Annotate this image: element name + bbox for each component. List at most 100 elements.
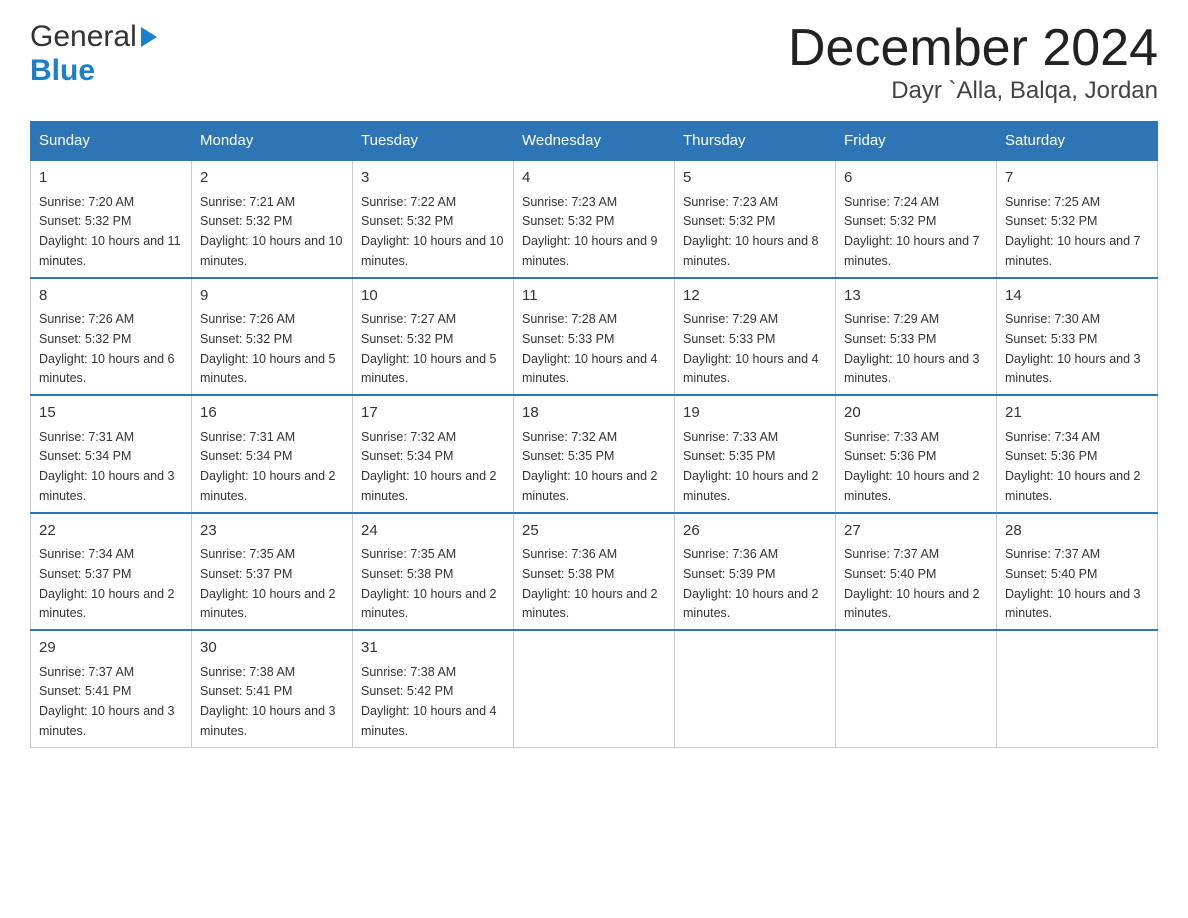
day-number: 8 bbox=[39, 285, 183, 308]
day-number: 2 bbox=[200, 167, 344, 190]
calendar-cell: 9 Sunrise: 7:26 AMSunset: 5:32 PMDaylight… bbox=[192, 278, 353, 396]
day-info: Sunrise: 7:30 AMSunset: 5:33 PMDaylight:… bbox=[1005, 312, 1141, 385]
day-number: 27 bbox=[844, 520, 988, 543]
day-info: Sunrise: 7:35 AMSunset: 5:37 PMDaylight:… bbox=[200, 547, 336, 620]
calendar-cell: 8 Sunrise: 7:26 AMSunset: 5:32 PMDaylight… bbox=[31, 278, 192, 396]
month-title: December 2024 bbox=[788, 20, 1158, 77]
day-info: Sunrise: 7:27 AMSunset: 5:32 PMDaylight:… bbox=[361, 312, 497, 385]
day-number: 12 bbox=[683, 285, 827, 308]
day-number: 25 bbox=[522, 520, 666, 543]
calendar-cell: 7 Sunrise: 7:25 AMSunset: 5:32 PMDaylight… bbox=[997, 160, 1158, 278]
day-number: 18 bbox=[522, 402, 666, 425]
calendar-cell: 16 Sunrise: 7:31 AMSunset: 5:34 PMDayligh… bbox=[192, 395, 353, 513]
calendar-cell: 30Sunrise: 7:38 AMSunset: 5:41 PMDayligh… bbox=[192, 630, 353, 747]
calendar-week-5: 29 Sunrise: 7:37 AMSunset: 5:41 PMDayligh… bbox=[31, 630, 1158, 747]
calendar-week-4: 22 Sunrise: 7:34 AMSunset: 5:37 PMDayligh… bbox=[31, 513, 1158, 631]
col-sunday: Sunday bbox=[31, 122, 192, 161]
calendar-cell: 21 Sunrise: 7:34 AMSunset: 5:36 PMDayligh… bbox=[997, 395, 1158, 513]
logo-blue-text: Blue bbox=[30, 54, 95, 87]
day-number: 28 bbox=[1005, 520, 1149, 543]
calendar-cell: 1 Sunrise: 7:20 AMSunset: 5:32 PMDaylight… bbox=[31, 160, 192, 278]
day-info: Sunrise: 7:28 AMSunset: 5:33 PMDaylight:… bbox=[522, 312, 658, 385]
day-info: Sunrise: 7:33 AMSunset: 5:36 PMDaylight:… bbox=[844, 430, 980, 503]
calendar-cell: 13 Sunrise: 7:29 AMSunset: 5:33 PMDayligh… bbox=[836, 278, 997, 396]
calendar-cell bbox=[997, 630, 1158, 747]
day-number: 16 bbox=[200, 402, 344, 425]
calendar-cell: 31Sunrise: 7:38 AMSunset: 5:42 PMDayligh… bbox=[353, 630, 514, 747]
day-info: Sunrise: 7:35 AMSunset: 5:38 PMDaylight:… bbox=[361, 547, 497, 620]
page-header: General Blue December 2024 Dayr `Alla, B… bbox=[30, 20, 1158, 105]
day-info: Sunrise: 7:33 AMSunset: 5:35 PMDaylight:… bbox=[683, 430, 819, 503]
calendar-week-2: 8 Sunrise: 7:26 AMSunset: 5:32 PMDaylight… bbox=[31, 278, 1158, 396]
day-number: 1 bbox=[39, 167, 183, 190]
day-info: Sunrise: 7:38 AMSunset: 5:41 PMDaylight:… bbox=[200, 665, 336, 738]
calendar-cell: 15 Sunrise: 7:31 AMSunset: 5:34 PMDayligh… bbox=[31, 395, 192, 513]
day-info: Sunrise: 7:34 AMSunset: 5:36 PMDaylight:… bbox=[1005, 430, 1141, 503]
day-number: 29 bbox=[39, 637, 183, 660]
day-info: Sunrise: 7:25 AMSunset: 5:32 PMDaylight:… bbox=[1005, 195, 1141, 268]
calendar-cell: 4Sunrise: 7:23 AMSunset: 5:32 PMDaylight… bbox=[514, 160, 675, 278]
day-number: 10 bbox=[361, 285, 505, 308]
calendar-cell: 22 Sunrise: 7:34 AMSunset: 5:37 PMDayligh… bbox=[31, 513, 192, 631]
day-info: Sunrise: 7:22 AMSunset: 5:32 PMDaylight:… bbox=[361, 195, 503, 268]
day-info: Sunrise: 7:36 AMSunset: 5:38 PMDaylight:… bbox=[522, 547, 658, 620]
day-info: Sunrise: 7:24 AMSunset: 5:32 PMDaylight:… bbox=[844, 195, 980, 268]
calendar-cell bbox=[675, 630, 836, 747]
day-info: Sunrise: 7:29 AMSunset: 5:33 PMDaylight:… bbox=[844, 312, 980, 385]
day-info: Sunrise: 7:37 AMSunset: 5:41 PMDaylight:… bbox=[39, 665, 175, 738]
calendar-cell: 19Sunrise: 7:33 AMSunset: 5:35 PMDayligh… bbox=[675, 395, 836, 513]
day-number: 13 bbox=[844, 285, 988, 308]
day-info: Sunrise: 7:29 AMSunset: 5:33 PMDaylight:… bbox=[683, 312, 819, 385]
day-info: Sunrise: 7:34 AMSunset: 5:37 PMDaylight:… bbox=[39, 547, 175, 620]
calendar-cell: 10 Sunrise: 7:27 AMSunset: 5:32 PMDayligh… bbox=[353, 278, 514, 396]
calendar-cell: 24Sunrise: 7:35 AMSunset: 5:38 PMDayligh… bbox=[353, 513, 514, 631]
location-title: Dayr `Alla, Balqa, Jordan bbox=[788, 77, 1158, 105]
calendar-cell bbox=[836, 630, 997, 747]
calendar-cell: 25 Sunrise: 7:36 AMSunset: 5:38 PMDayligh… bbox=[514, 513, 675, 631]
day-number: 9 bbox=[200, 285, 344, 308]
calendar-cell bbox=[514, 630, 675, 747]
calendar-cell: 17 Sunrise: 7:32 AMSunset: 5:34 PMDayligh… bbox=[353, 395, 514, 513]
day-number: 31 bbox=[361, 637, 505, 660]
calendar-cell: 6 Sunrise: 7:24 AMSunset: 5:32 PMDaylight… bbox=[836, 160, 997, 278]
calendar-cell: 14Sunrise: 7:30 AMSunset: 5:33 PMDayligh… bbox=[997, 278, 1158, 396]
day-info: Sunrise: 7:26 AMSunset: 5:32 PMDaylight:… bbox=[200, 312, 336, 385]
day-number: 15 bbox=[39, 402, 183, 425]
day-info: Sunrise: 7:31 AMSunset: 5:34 PMDaylight:… bbox=[39, 430, 175, 503]
col-friday: Friday bbox=[836, 122, 997, 161]
day-number: 22 bbox=[39, 520, 183, 543]
calendar-cell: 12 Sunrise: 7:29 AMSunset: 5:33 PMDayligh… bbox=[675, 278, 836, 396]
day-number: 5 bbox=[683, 167, 827, 190]
calendar-week-1: 1 Sunrise: 7:20 AMSunset: 5:32 PMDaylight… bbox=[31, 160, 1158, 278]
calendar-cell: 20Sunrise: 7:33 AMSunset: 5:36 PMDayligh… bbox=[836, 395, 997, 513]
day-number: 4 bbox=[522, 167, 666, 190]
calendar-cell: 23 Sunrise: 7:35 AMSunset: 5:37 PMDayligh… bbox=[192, 513, 353, 631]
day-info: Sunrise: 7:32 AMSunset: 5:34 PMDaylight:… bbox=[361, 430, 497, 503]
calendar-body: 1 Sunrise: 7:20 AMSunset: 5:32 PMDaylight… bbox=[31, 160, 1158, 747]
day-info: Sunrise: 7:31 AMSunset: 5:34 PMDaylight:… bbox=[200, 430, 336, 503]
col-saturday: Saturday bbox=[997, 122, 1158, 161]
day-info: Sunrise: 7:37 AMSunset: 5:40 PMDaylight:… bbox=[844, 547, 980, 620]
col-thursday: Thursday bbox=[675, 122, 836, 161]
day-info: Sunrise: 7:21 AMSunset: 5:32 PMDaylight:… bbox=[200, 195, 342, 268]
day-info: Sunrise: 7:36 AMSunset: 5:39 PMDaylight:… bbox=[683, 547, 819, 620]
day-number: 17 bbox=[361, 402, 505, 425]
day-number: 7 bbox=[1005, 167, 1149, 190]
title-block: December 2024 Dayr `Alla, Balqa, Jordan bbox=[788, 20, 1158, 105]
calendar-cell: 28 Sunrise: 7:37 AMSunset: 5:40 PMDayligh… bbox=[997, 513, 1158, 631]
calendar-cell: 27 Sunrise: 7:37 AMSunset: 5:40 PMDayligh… bbox=[836, 513, 997, 631]
day-number: 23 bbox=[200, 520, 344, 543]
day-info: Sunrise: 7:26 AMSunset: 5:32 PMDaylight:… bbox=[39, 312, 175, 385]
day-info: Sunrise: 7:20 AMSunset: 5:32 PMDaylight:… bbox=[39, 195, 181, 268]
day-number: 6 bbox=[844, 167, 988, 190]
calendar-cell: 5Sunrise: 7:23 AMSunset: 5:32 PMDaylight… bbox=[675, 160, 836, 278]
day-info: Sunrise: 7:37 AMSunset: 5:40 PMDaylight:… bbox=[1005, 547, 1141, 620]
header-row: Sunday Monday Tuesday Wednesday Thursday… bbox=[31, 122, 1158, 161]
day-number: 11 bbox=[522, 285, 666, 308]
calendar-cell: 3Sunrise: 7:22 AMSunset: 5:32 PMDaylight… bbox=[353, 160, 514, 278]
calendar-cell: 11 Sunrise: 7:28 AMSunset: 5:33 PMDayligh… bbox=[514, 278, 675, 396]
col-tuesday: Tuesday bbox=[353, 122, 514, 161]
calendar-cell: 18Sunrise: 7:32 AMSunset: 5:35 PMDayligh… bbox=[514, 395, 675, 513]
day-number: 21 bbox=[1005, 402, 1149, 425]
logo-arrow-icon bbox=[141, 27, 157, 47]
